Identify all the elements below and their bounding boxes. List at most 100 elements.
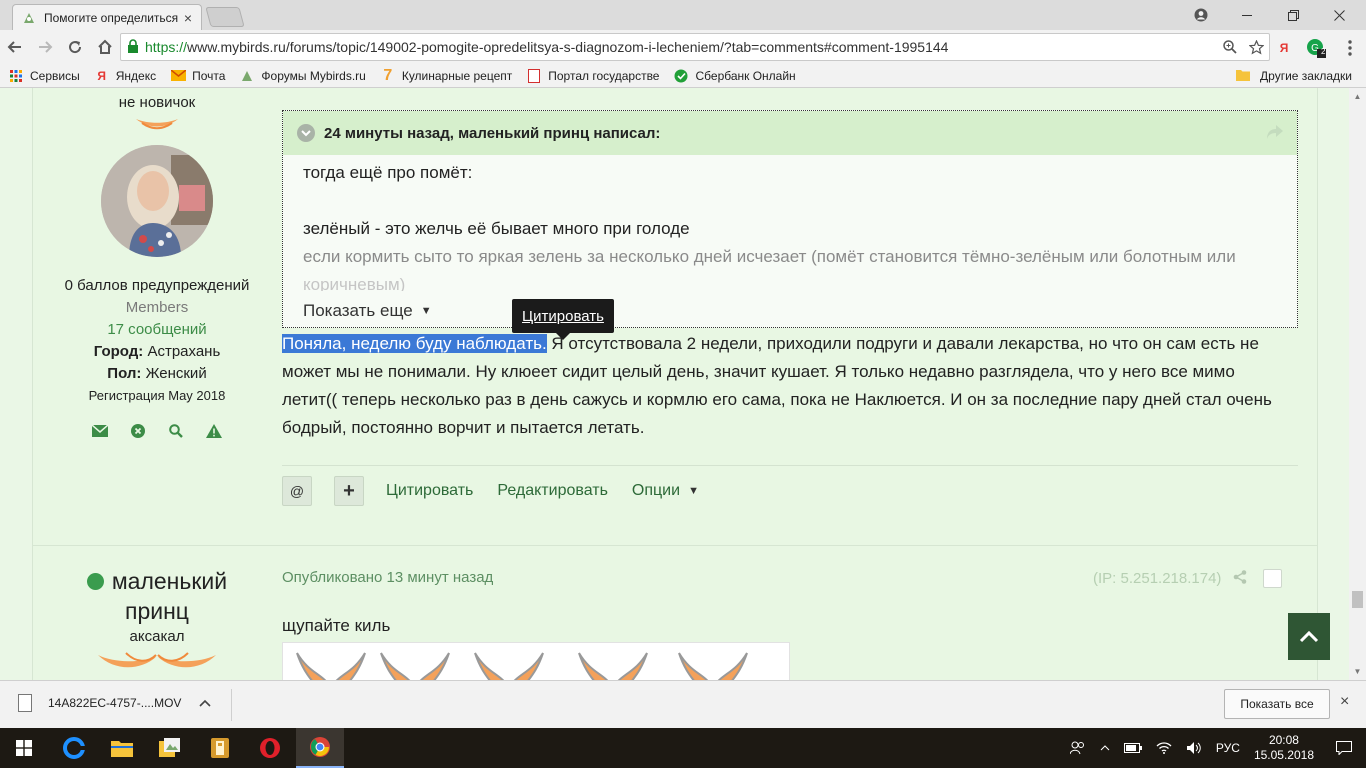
clock-time: 20:08 — [1268, 733, 1299, 747]
post-select-checkbox[interactable] — [1263, 569, 1283, 588]
edge-browser-icon[interactable] — [50, 728, 98, 768]
tooltip-label: Цитировать — [522, 307, 604, 325]
close-window-icon[interactable] — [1316, 0, 1362, 30]
bookmark-star-icon[interactable] — [1243, 39, 1269, 55]
bookmark-label: Сбербанк Онлайн — [695, 68, 796, 83]
bookmark-apps[interactable]: Сервисы — [8, 68, 80, 84]
edit-link[interactable]: Редактировать — [497, 482, 608, 500]
city-value: Астрахань — [147, 343, 221, 360]
new-tab-button[interactable] — [205, 7, 245, 27]
url-text: https://www.mybirds.ru/forums/topic/1490… — [145, 39, 948, 55]
bookmark-recipes[interactable]: 7 Кулинарные рецепт — [380, 67, 512, 84]
chrome-browser-icon[interactable] — [296, 728, 344, 768]
bookmark-mybirds[interactable]: Форумы Mybirds.ru — [239, 68, 366, 84]
chevron-up-icon[interactable] — [199, 696, 211, 710]
folder-icon — [1236, 69, 1251, 84]
scroll-thumb[interactable] — [1352, 591, 1363, 608]
volume-icon[interactable] — [1186, 741, 1202, 755]
photos-app-icon[interactable] — [146, 728, 194, 768]
file-explorer-icon[interactable] — [98, 728, 146, 768]
back-to-top-button[interactable] — [1288, 613, 1330, 660]
tab-strip: Помогите определиться × — [0, 0, 1366, 30]
post-body-text: щупайте киль — [282, 616, 391, 635]
browser-toolbar: https://www.mybirds.ru/forums/topic/1490… — [0, 30, 1366, 64]
warning-triangle-icon[interactable] — [206, 423, 222, 439]
profile-icon[interactable] — [1178, 0, 1224, 30]
shelf-separator — [231, 689, 232, 721]
bookmark-mail[interactable]: Почта — [170, 68, 225, 84]
back-arrow-icon[interactable] — [0, 32, 30, 62]
scroll-up-arrow-icon[interactable]: ▲ — [1349, 88, 1366, 105]
options-label: Опции — [631, 482, 681, 499]
message-envelope-icon[interactable] — [92, 423, 108, 439]
post-image-keel-chart[interactable] — [282, 642, 790, 680]
bookmark-label: Яндекс — [115, 68, 157, 83]
start-windows-icon[interactable] — [0, 728, 48, 768]
yandex-icon: Я — [97, 68, 107, 83]
find-content-search-icon[interactable] — [168, 423, 184, 439]
download-filename: 14A822EC-4757-....MOV — [48, 696, 182, 710]
yandex-extension-icon[interactable]: Я — [1272, 36, 1296, 60]
post-date[interactable]: Опубликовано 13 минут назад — [282, 569, 493, 586]
show-all-downloads-button[interactable]: Показать все — [1224, 689, 1330, 719]
notifications-icon[interactable] — [1336, 741, 1352, 755]
multiquote-plus-button[interactable]: + — [334, 476, 364, 506]
zoom-icon[interactable] — [1217, 40, 1243, 54]
chevron-up-icon — [1299, 630, 1319, 642]
restore-icon[interactable] — [1270, 0, 1316, 30]
reload-icon[interactable] — [60, 32, 90, 62]
author-city: Город: Астрахань — [32, 341, 282, 363]
quote-line: тогда ещё про помёт: — [303, 163, 473, 182]
quote-collapse-chevron-icon[interactable] — [297, 124, 315, 142]
close-shelf-icon[interactable]: × — [1340, 693, 1349, 711]
people-icon[interactable] — [1069, 741, 1086, 755]
home-icon[interactable] — [90, 32, 120, 62]
scroll-down-arrow-icon[interactable]: ▼ — [1349, 663, 1366, 680]
ip-address: (IP: 5.251.218.174) — [1093, 570, 1222, 587]
archive-app-icon[interactable] — [196, 728, 244, 768]
selected-text: Поняла, неделю буду наблюдать. — [282, 334, 547, 353]
page-viewport: не новичок 0 баллов предупреждений Membe… — [0, 88, 1349, 680]
secure-lock-icon[interactable] — [127, 38, 139, 56]
author-actions — [32, 423, 282, 439]
show-more-button[interactable]: Показать еще ▼ — [303, 301, 432, 321]
address-bar[interactable]: https://www.mybirds.ru/forums/topic/1490… — [120, 33, 1270, 61]
download-item[interactable]: 14A822EC-4757-....MOV — [18, 694, 211, 712]
system-clock[interactable]: 20:08 15.05.2018 — [1254, 733, 1314, 763]
input-language[interactable]: РУС — [1216, 741, 1240, 755]
quote-selection-tooltip[interactable]: Цитировать — [512, 299, 614, 340]
bookmarks-bar: Сервисы Я Яндекс Почта Форумы Mybirds.ru… — [0, 64, 1366, 88]
quote-source-link-icon[interactable] — [1267, 125, 1283, 144]
author-name[interactable]: маленький принц — [32, 566, 282, 626]
mybirds-icon — [239, 68, 255, 84]
options-menu[interactable]: Опции ▼ — [632, 482, 699, 500]
grammar-extension-icon[interactable]: G 2 — [1304, 36, 1328, 60]
mention-button[interactable]: @ — [282, 476, 312, 506]
bookmark-yandex[interactable]: Я Яндекс — [94, 68, 156, 84]
opera-browser-icon[interactable] — [246, 728, 294, 768]
bookmark-gosuslugi[interactable]: Портал государстве — [526, 68, 659, 84]
battery-icon[interactable] — [1123, 743, 1142, 753]
other-bookmarks[interactable]: Другие закладки — [1236, 64, 1352, 88]
author-name-line2: принц — [125, 598, 189, 624]
wifi-icon[interactable] — [1156, 742, 1172, 754]
post-author-panel: не новичок 0 баллов предупреждений Membe… — [32, 94, 282, 439]
minimize-icon[interactable] — [1224, 0, 1270, 30]
page-scrollbar[interactable]: ▲ ▼ — [1349, 88, 1366, 680]
browser-tab-active[interactable]: Помогите определиться × — [12, 4, 202, 30]
chrome-menu-icon[interactable] — [1338, 36, 1362, 60]
tab-close-icon[interactable]: × — [181, 10, 195, 26]
share-icon[interactable] — [1233, 570, 1247, 587]
ignore-user-icon[interactable] — [130, 423, 146, 439]
windows-taskbar: РУС 20:08 15.05.2018 — [0, 728, 1366, 768]
author-post-count[interactable]: 17 сообщений — [32, 319, 282, 341]
forward-arrow-icon[interactable] — [30, 32, 60, 62]
bookmark-sberbank[interactable]: Сбербанк Онлайн — [673, 68, 796, 84]
bookmark-label: Почта — [192, 68, 226, 83]
author-avatar[interactable] — [101, 145, 213, 257]
apps-grid-icon — [8, 68, 24, 84]
tray-chevron-up-icon[interactable] — [1100, 745, 1110, 751]
quote-line: коричневым) — [303, 275, 406, 291]
post-controls: @ + Цитировать Редактировать Опции ▼ — [282, 475, 723, 507]
quote-link[interactable]: Цитировать — [386, 482, 473, 500]
